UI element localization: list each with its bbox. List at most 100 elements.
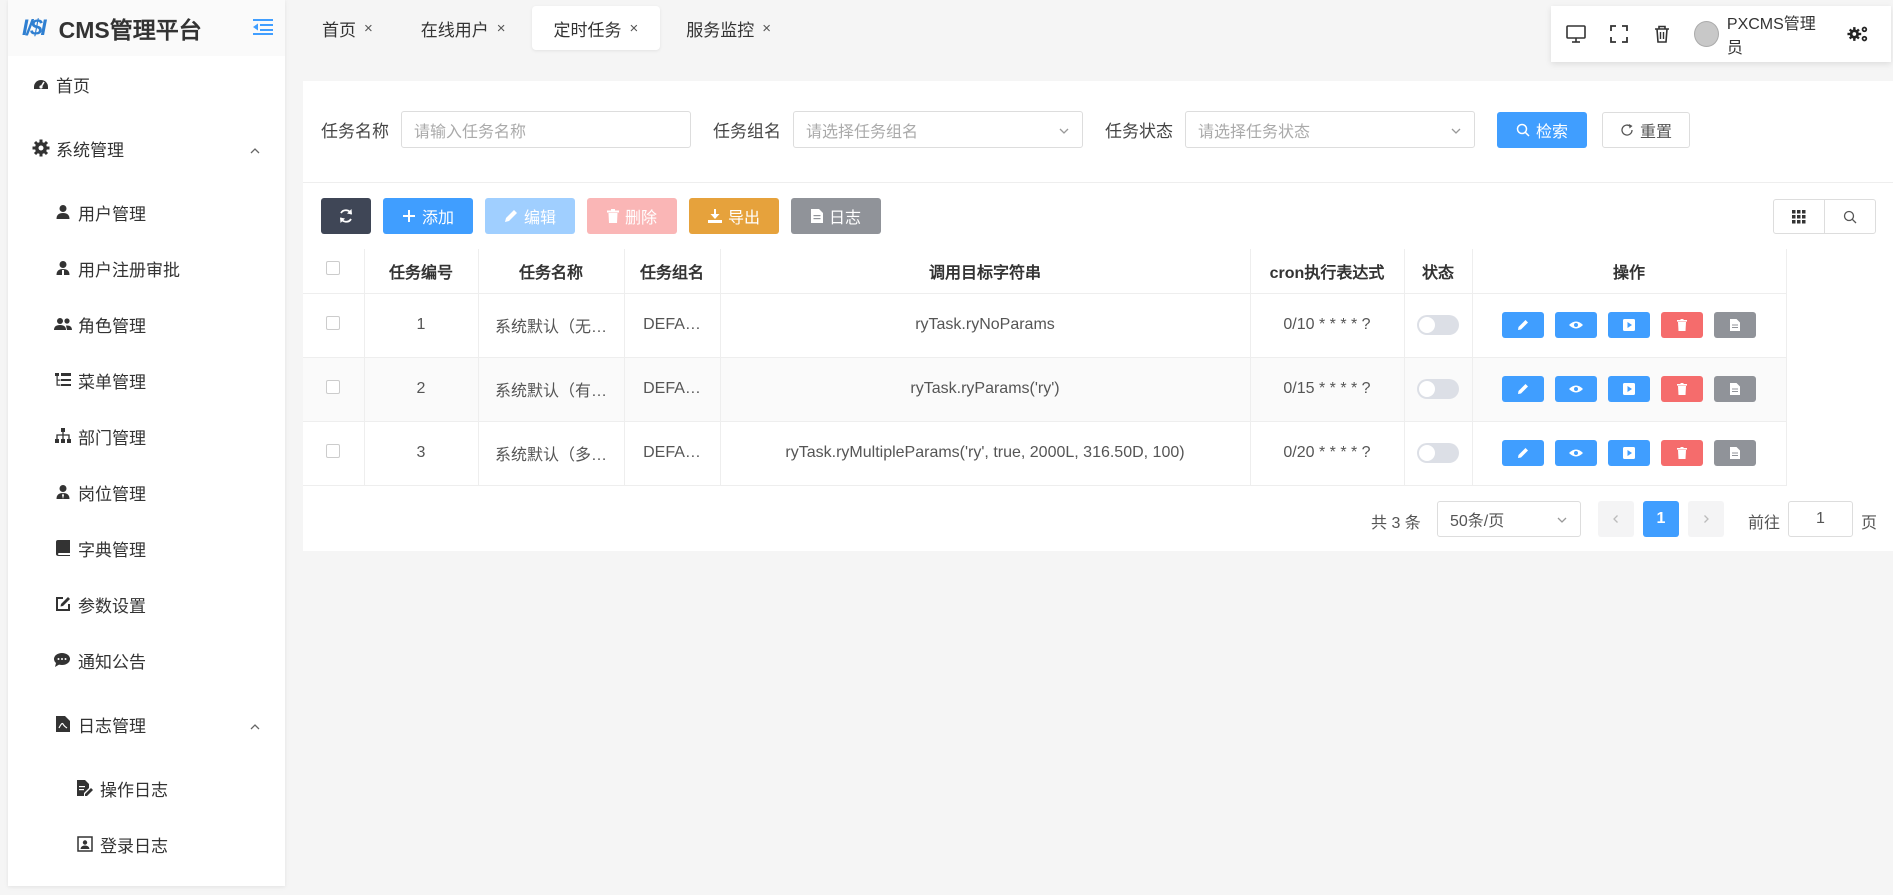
add-button[interactable]: 添加	[383, 198, 473, 234]
trash-icon[interactable]	[1651, 23, 1672, 45]
comments-icon	[54, 651, 72, 669]
row-view-button[interactable]	[1555, 440, 1597, 466]
cell-group: DEFA…	[624, 357, 721, 422]
task-group-select[interactable]: 请选择任务组名	[793, 111, 1083, 148]
sidebar-item-system[interactable]: 系统管理	[8, 112, 285, 184]
menu-collapse-icon[interactable]	[253, 18, 273, 36]
export-button[interactable]: 导出	[689, 198, 779, 234]
tab-online-users[interactable]: 在线用户 ×	[399, 6, 528, 50]
row-delete-button[interactable]	[1661, 440, 1703, 466]
close-icon[interactable]: ×	[762, 20, 771, 37]
sidebar: I/$I CMS管理平台 首页 系统管理 用户管理 用户注册审批 角色管理 菜单…	[8, 0, 285, 886]
status-toggle[interactable]	[1417, 379, 1459, 399]
sidebar-item-dictionary[interactable]: 字典管理	[8, 520, 285, 576]
search-toggle-icon[interactable]	[1825, 200, 1875, 233]
login-icon	[76, 835, 94, 853]
row-edit-button[interactable]	[1502, 440, 1544, 466]
delete-button-label: 删除	[624, 210, 657, 227]
sidebar-item-user-approval[interactable]: 用户注册审批	[8, 240, 285, 296]
cell-group: DEFA…	[624, 421, 721, 486]
row-run-button[interactable]	[1608, 312, 1650, 338]
user-check-icon	[54, 259, 72, 277]
sidebar-item-roles[interactable]: 角色管理	[8, 296, 285, 352]
task-status-select[interactable]: 请选择任务状态	[1185, 111, 1475, 148]
row-delete-button[interactable]	[1661, 376, 1703, 402]
close-icon[interactable]: ×	[364, 20, 373, 37]
sidebar-item-params[interactable]: 参数设置	[8, 576, 285, 632]
row-view-button[interactable]	[1555, 312, 1597, 338]
chevron-right-icon	[1704, 515, 1709, 523]
sidebar-item-logs[interactable]: 日志管理	[8, 688, 285, 760]
row-log-button[interactable]	[1714, 376, 1756, 402]
delete-button[interactable]: 删除	[587, 198, 677, 234]
search-button[interactable]: 检索	[1497, 111, 1587, 148]
avatar[interactable]	[1694, 21, 1719, 47]
sidebar-item-users[interactable]: 用户管理	[8, 184, 285, 240]
row-checkbox[interactable]	[326, 443, 341, 458]
sidebar-item-posts[interactable]: 岗位管理	[8, 464, 285, 520]
goto-label: 前往	[1748, 515, 1781, 532]
username[interactable]: PXCMS管理员	[1727, 10, 1827, 58]
cell-actions	[1472, 421, 1787, 486]
row-delete-button[interactable]	[1661, 312, 1703, 338]
tab-home[interactable]: 首页 ×	[300, 6, 395, 50]
tab-label: 首页	[322, 20, 356, 40]
prev-page-button[interactable]	[1598, 501, 1634, 537]
file-text-icon	[810, 209, 823, 223]
play-icon	[1623, 447, 1635, 459]
chevron-up-icon	[249, 142, 261, 154]
row-log-button[interactable]	[1714, 312, 1756, 338]
row-checkbox[interactable]	[326, 379, 341, 394]
divider	[303, 182, 1893, 183]
sidebar-item-home[interactable]: 首页	[8, 56, 285, 112]
monitor-icon[interactable]	[1565, 23, 1586, 45]
sidebar-item-departments[interactable]: 部门管理	[8, 408, 285, 464]
row-run-button[interactable]	[1608, 376, 1650, 402]
search-icon	[1516, 123, 1530, 137]
refresh-button[interactable]	[321, 198, 371, 234]
select-all-checkbox[interactable]	[326, 261, 341, 276]
sidebar-item-notices[interactable]: 通知公告	[8, 632, 285, 688]
log-button[interactable]: 日志	[791, 198, 881, 234]
row-select-cell	[303, 293, 365, 358]
row-log-button[interactable]	[1714, 440, 1756, 466]
row-edit-button[interactable]	[1502, 312, 1544, 338]
sidebar-item-label: 参数设置	[78, 596, 146, 616]
status-toggle[interactable]	[1417, 443, 1459, 463]
tab-server-monitor[interactable]: 服务监控 ×	[664, 6, 793, 50]
row-view-button[interactable]	[1555, 376, 1597, 402]
row-edit-button[interactable]	[1502, 376, 1544, 402]
status-toggle[interactable]	[1417, 315, 1459, 335]
current-page-button[interactable]: 1	[1643, 501, 1679, 537]
col-header: 状态	[1404, 249, 1473, 294]
pencil-icon	[1518, 320, 1528, 330]
sidebar-item-label: 用户管理	[78, 204, 146, 224]
sidebar-item-login-log[interactable]: 登录日志	[8, 816, 285, 872]
columns-icon[interactable]	[1774, 200, 1825, 233]
row-run-button[interactable]	[1608, 440, 1650, 466]
table-row: 3 系统默认（多… DEFA… ryTask.ryMultipleParams(…	[303, 421, 1787, 486]
edit-button[interactable]: 编辑	[485, 198, 575, 234]
goto-page-input[interactable]: 1	[1788, 501, 1853, 537]
user-icon	[54, 203, 72, 221]
task-name-input[interactable]: 请输入任务名称	[401, 111, 691, 148]
tab-scheduled-jobs[interactable]: 定时任务 ×	[531, 6, 661, 50]
row-checkbox[interactable]	[326, 315, 341, 330]
reset-button[interactable]: 重置	[1602, 111, 1690, 148]
cell-name: 系统默认（有…	[478, 357, 625, 422]
next-page-button[interactable]	[1688, 501, 1724, 537]
task-name-label: 任务名称	[321, 122, 389, 141]
close-icon[interactable]: ×	[497, 20, 506, 37]
settings-gears-icon[interactable]	[1847, 23, 1869, 45]
toolbar: 添加 编辑 删除 导出 日志	[321, 198, 893, 234]
chevron-down-icon	[1450, 124, 1462, 136]
file-text-icon	[1730, 319, 1740, 331]
page-size-select[interactable]: 50条/页	[1437, 501, 1581, 537]
close-icon[interactable]: ×	[630, 20, 639, 37]
col-header: 操作	[1472, 249, 1787, 294]
fullscreen-icon[interactable]	[1608, 23, 1629, 45]
tab-label: 在线用户	[420, 20, 489, 40]
sidebar-item-menus[interactable]: 菜单管理	[8, 352, 285, 408]
cell-cron: 0/20 * * * * ?	[1250, 421, 1405, 486]
sidebar-item-operation-log[interactable]: 操作日志	[8, 760, 285, 816]
